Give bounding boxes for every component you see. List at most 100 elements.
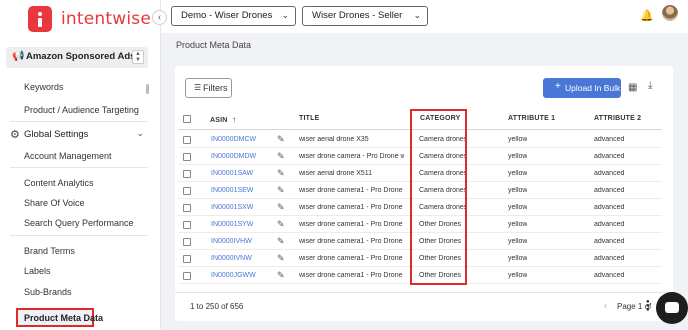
section-label: Global Settings bbox=[24, 129, 89, 140]
pencil-icon[interactable]: ✎ bbox=[277, 168, 285, 179]
attribute-2-cell: advanced bbox=[594, 238, 625, 245]
category-cell: Camera drones bbox=[419, 136, 468, 143]
sidebar-item-labels[interactable]: Labels bbox=[24, 266, 51, 276]
row-checkbox[interactable] bbox=[183, 255, 191, 263]
pencil-icon[interactable]: ✎ bbox=[277, 185, 285, 196]
account-dropdown[interactable]: Demo - Wiser Drones ⌄ bbox=[171, 6, 296, 26]
column-header-title[interactable]: TITLE bbox=[299, 115, 319, 122]
row-divider bbox=[178, 181, 662, 182]
asin-link[interactable]: IN0000DMDW bbox=[211, 153, 256, 160]
sidebar-section-global-settings[interactable]: ⚙ Global Settings ⌄ bbox=[10, 128, 148, 142]
row-checkbox[interactable] bbox=[183, 204, 191, 212]
attribute-2-cell: advanced bbox=[594, 170, 625, 177]
pencil-icon[interactable]: ✎ bbox=[277, 134, 285, 145]
chat-button[interactable] bbox=[656, 292, 688, 324]
pencil-icon[interactable]: ✎ bbox=[277, 202, 285, 213]
avatar[interactable] bbox=[662, 5, 678, 21]
pencil-icon[interactable]: ✎ bbox=[277, 253, 285, 264]
asin-link[interactable]: IN00001SYW bbox=[211, 221, 253, 228]
attribute-2-cell: advanced bbox=[594, 187, 625, 194]
title-cell: wiser drone camera1 - Pro Drone with... bbox=[299, 255, 404, 262]
asin-link[interactable]: IN00001SAW bbox=[211, 170, 253, 177]
previous-page-button[interactable]: ‹ bbox=[604, 301, 607, 310]
attribute-2-cell: advanced bbox=[594, 255, 625, 262]
row-checkbox[interactable] bbox=[183, 153, 191, 161]
header-divider bbox=[178, 129, 662, 130]
row-checkbox[interactable] bbox=[183, 136, 191, 144]
category-cell: Other Drones bbox=[419, 221, 462, 228]
title-cell: wiser drone camera1 - Pro Drone with... bbox=[299, 221, 404, 228]
sidebar-item-sub-brands[interactable]: Sub-Brands bbox=[24, 287, 72, 297]
columns-grid-icon[interactable]: ▦ bbox=[628, 82, 637, 93]
more-vertical-icon[interactable]: ● ● ● bbox=[646, 299, 651, 313]
title-cell: wiser aerial drone X35 bbox=[299, 136, 369, 143]
sidebar-item-content-analytics[interactable]: Content Analytics bbox=[24, 178, 94, 188]
sidebar-item-search-query-performance[interactable]: Search Query Performance bbox=[24, 218, 134, 228]
sidebar-item-brand-terms[interactable]: Brand Terms bbox=[24, 246, 75, 256]
chat-bubble-icon bbox=[665, 302, 679, 313]
filter-sliders-icon: ☰ bbox=[194, 83, 202, 92]
asin-link[interactable]: IN00001SXW bbox=[211, 204, 253, 211]
upload-label: Upload In Bulk bbox=[565, 83, 621, 93]
row-divider bbox=[178, 266, 662, 267]
sidebar-item-keywords[interactable]: Keywords bbox=[24, 82, 64, 92]
sidebar-item-label: Product Meta Data bbox=[24, 313, 104, 323]
bell-icon[interactable]: 🔔 bbox=[640, 9, 654, 22]
row-divider bbox=[178, 283, 662, 284]
asin-link[interactable]: IN0000JGWW bbox=[211, 272, 256, 279]
collapse-sidebar-button[interactable]: ‹ bbox=[152, 10, 167, 25]
title-cell: wiser drone camera1 - Pro Drone with... bbox=[299, 238, 404, 245]
attribute-1-cell: yellow bbox=[508, 187, 528, 194]
pencil-icon[interactable]: ✎ bbox=[277, 270, 285, 281]
sidebar-item-product-audience-targeting[interactable]: Product / Audience Targeting bbox=[24, 105, 139, 115]
column-header-category[interactable]: CATEGORY bbox=[420, 115, 461, 122]
row-checkbox[interactable] bbox=[183, 170, 191, 178]
pencil-icon[interactable]: ✎ bbox=[277, 236, 285, 247]
download-icon[interactable]: ⤓ bbox=[648, 80, 652, 91]
asin-link[interactable]: IN0000DMCW bbox=[211, 136, 256, 143]
attribute-2-cell: advanced bbox=[594, 136, 625, 143]
brand-name[interactable]: intentwise bbox=[61, 9, 151, 29]
chevron-down-icon: ⌄ bbox=[281, 10, 289, 20]
asin-link[interactable]: IN0000IVHW bbox=[211, 238, 252, 245]
attribute-1-cell: yellow bbox=[508, 221, 528, 228]
sidebar-item-account-management[interactable]: Account Management bbox=[24, 151, 112, 161]
brand-logo-icon[interactable] bbox=[28, 6, 52, 32]
attribute-1-cell: yellow bbox=[508, 272, 528, 279]
column-header-attribute-1[interactable]: ATTRIBUTE 1 bbox=[508, 115, 555, 122]
row-divider bbox=[178, 164, 662, 165]
row-checkbox[interactable] bbox=[183, 272, 191, 280]
column-header-attribute-2[interactable]: ATTRIBUTE 2 bbox=[594, 115, 641, 122]
row-checkbox[interactable] bbox=[183, 238, 191, 246]
row-divider bbox=[178, 249, 662, 250]
asin-link[interactable]: IN00001SEW bbox=[211, 187, 253, 194]
select-all-checkbox[interactable] bbox=[183, 115, 191, 123]
profile-dropdown[interactable]: Wiser Drones - Seller ⌄ bbox=[302, 6, 428, 26]
attribute-1-cell: yellow bbox=[508, 153, 528, 160]
sidebar-scrollbar[interactable] bbox=[146, 84, 149, 94]
attribute-1-cell: yellow bbox=[508, 136, 528, 143]
pencil-icon[interactable]: ✎ bbox=[277, 151, 285, 162]
category-cell: Camera drones bbox=[419, 187, 468, 194]
category-cell: Camera drones bbox=[419, 170, 468, 177]
category-cell: Other Drones bbox=[419, 238, 462, 245]
row-checkbox[interactable] bbox=[183, 187, 191, 195]
category-cell: Other Drones bbox=[419, 272, 462, 279]
attribute-1-cell: yellow bbox=[508, 204, 528, 211]
profile-dropdown-value: Wiser Drones - Seller bbox=[312, 10, 403, 21]
sidebar-item-share-of-voice[interactable]: Share Of Voice bbox=[24, 198, 85, 208]
attribute-1-cell: yellow bbox=[508, 255, 528, 262]
ads-type-label: Amazon Sponsored Ads bbox=[26, 51, 136, 62]
category-cell: Camera drones bbox=[419, 153, 468, 160]
ads-type-selector[interactable]: 📢 Amazon Sponsored Ads ▲ ▼ bbox=[6, 47, 148, 68]
row-checkbox[interactable] bbox=[183, 221, 191, 229]
sidebar-item-product-meta-data[interactable]: Product Meta Data bbox=[16, 308, 103, 327]
page-title: Product Meta Data bbox=[176, 40, 252, 50]
pencil-icon[interactable]: ✎ bbox=[277, 219, 285, 230]
upload-in-bulk-button[interactable]: + Upload In Bulk bbox=[543, 78, 621, 98]
filters-button[interactable]: ☰ Filters bbox=[185, 78, 232, 98]
asin-link[interactable]: IN0000IVNW bbox=[211, 255, 252, 262]
column-header-asin[interactable]: ASIN ↑ bbox=[210, 115, 236, 124]
sort-up-arrow-icon: ↑ bbox=[229, 115, 237, 124]
attribute-2-cell: advanced bbox=[594, 153, 625, 160]
